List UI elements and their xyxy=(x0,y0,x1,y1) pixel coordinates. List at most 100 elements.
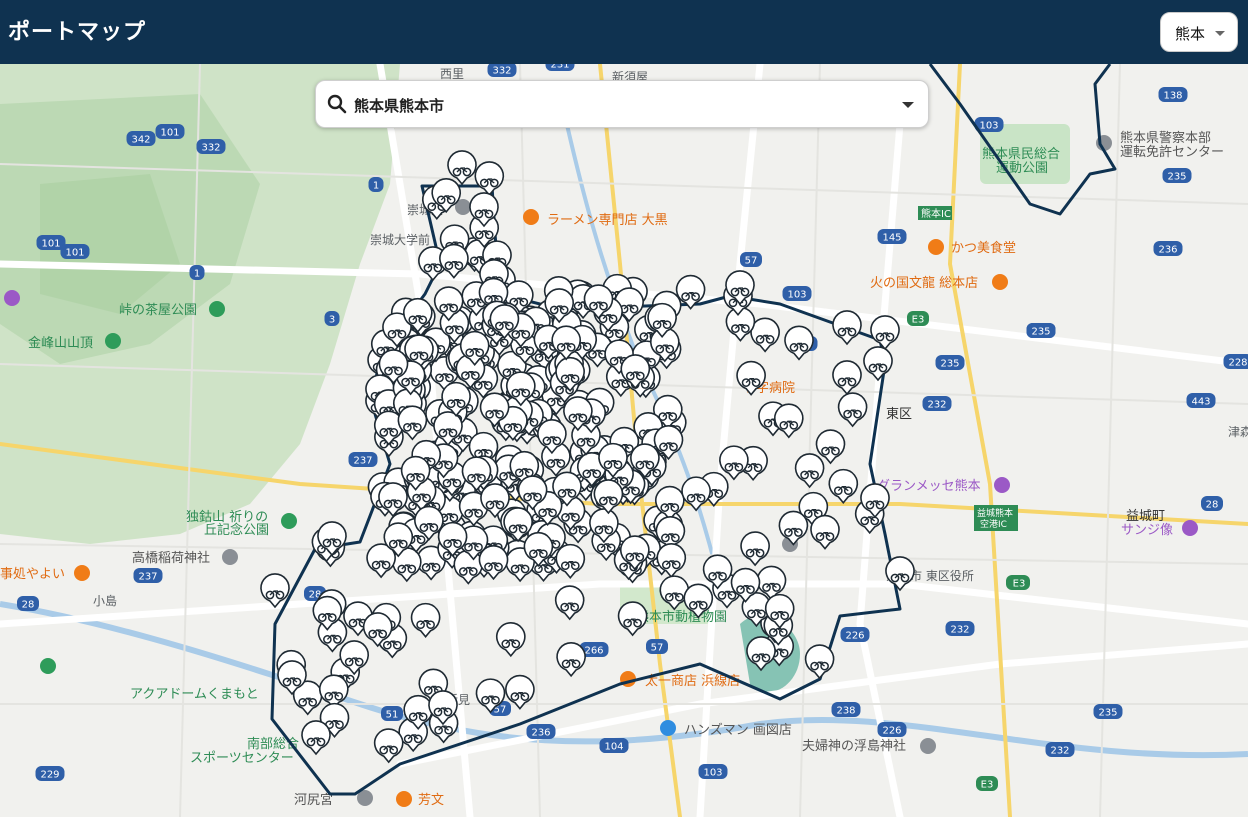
svg-text:235: 235 xyxy=(1167,172,1186,183)
route-shield: 236 xyxy=(1153,241,1183,256)
poi-label[interactable]: アクアドームくまもと xyxy=(130,687,259,702)
poi-label[interactable]: サンジ像 xyxy=(1121,523,1173,538)
poi-label[interactable]: スポーツセンター xyxy=(190,751,294,766)
poi-label[interactable]: 熊本市動植物園 xyxy=(636,609,727,625)
route-shield: 228 xyxy=(1223,354,1248,369)
svg-text:266: 266 xyxy=(584,646,603,657)
poi-label[interactable]: 熊本県警察本部 xyxy=(1120,130,1211,146)
svg-text:226: 226 xyxy=(882,726,901,737)
svg-text:103: 103 xyxy=(703,768,722,779)
svg-text:238: 238 xyxy=(836,706,855,717)
map-svg[interactable]: 西里 新須屋 崇城大 崇城大学前 東区 益城町 津森 小島 西 近見 熊本市 東… xyxy=(0,64,1248,817)
poi-label[interactable]: ラーメン専門店 大黒 xyxy=(547,213,668,228)
svg-text:226: 226 xyxy=(845,631,864,642)
svg-text:235: 235 xyxy=(1031,327,1050,338)
route-shield: E3 xyxy=(976,776,998,791)
route-shield: 226 xyxy=(877,722,907,737)
search-bar[interactable]: 熊本県熊本市 xyxy=(315,80,929,128)
svg-text:101: 101 xyxy=(41,239,60,250)
route-shield: 145 xyxy=(877,229,907,244)
svg-text:232: 232 xyxy=(950,625,969,636)
app-title: ポートマップ xyxy=(8,20,147,45)
park-icon xyxy=(40,658,56,674)
route-shield: 342 xyxy=(126,131,156,146)
attraction-icon xyxy=(1182,520,1198,536)
svg-text:332: 332 xyxy=(201,143,220,154)
route-shield: 28 xyxy=(1201,496,1223,511)
route-shield: 28 xyxy=(17,596,39,611)
route-shield: 443 xyxy=(1186,393,1216,408)
svg-text:101: 101 xyxy=(160,128,179,139)
poi-label[interactable]: 運転免許センター xyxy=(1120,145,1224,160)
poi-label[interactable]: 高橋稲荷神社 xyxy=(132,550,210,566)
route-shield: 51 xyxy=(381,706,403,721)
route-shield: 101 xyxy=(60,244,90,259)
restaurant-icon xyxy=(396,791,412,807)
svg-text:237: 237 xyxy=(138,572,157,583)
route-shield: 232 xyxy=(922,396,952,411)
route-shield: 235 xyxy=(1093,704,1123,719)
poi-label[interactable]: グランメッセ熊本 xyxy=(877,478,981,494)
route-shield: 332 xyxy=(487,64,517,77)
svg-text:236: 236 xyxy=(1158,245,1177,256)
svg-text:342: 342 xyxy=(131,135,150,146)
poi-label[interactable]: かつ美食堂 xyxy=(951,240,1016,256)
svg-text:145: 145 xyxy=(882,233,901,244)
place-label: 津森 xyxy=(1228,424,1248,439)
svg-text:E3: E3 xyxy=(912,315,925,326)
route-shield: 3 xyxy=(324,311,340,326)
ic-label: 益城熊本 xyxy=(977,507,1013,519)
route-shield: 138 xyxy=(1158,87,1188,102)
map-canvas[interactable]: 西里 新須屋 崇城大 崇城大学前 東区 益城町 津森 小島 西 近見 熊本市 東… xyxy=(0,64,1248,817)
route-shield: 235 xyxy=(935,355,965,370)
place-label: 西里 xyxy=(440,67,464,81)
route-shield: 238 xyxy=(831,702,861,717)
route-shield: 232 xyxy=(945,621,975,636)
svg-text:235: 235 xyxy=(1098,708,1117,719)
place-label: 東区 xyxy=(886,406,912,422)
svg-text:229: 229 xyxy=(40,770,59,781)
route-shield: 237 xyxy=(348,452,378,467)
city-select[interactable]: 熊本 xyxy=(1160,12,1238,52)
svg-text:443: 443 xyxy=(1191,397,1210,408)
poi-label[interactable]: 金峰山山頂 xyxy=(28,335,93,351)
route-shield: 1 xyxy=(189,265,205,280)
route-shield: 1 xyxy=(368,177,384,192)
route-shield: 231 xyxy=(545,64,575,71)
svg-text:1: 1 xyxy=(194,269,200,280)
park-icon xyxy=(105,333,121,349)
route-shield: 104 xyxy=(599,738,629,753)
poi-label[interactable]: 芳文 xyxy=(418,793,444,808)
poi-label[interactable]: ハンズマン 画図店 xyxy=(684,722,792,738)
route-shield: 57 xyxy=(646,639,668,654)
shrine-icon xyxy=(222,549,238,565)
route-shield: E3 xyxy=(1008,575,1030,590)
restaurant-icon xyxy=(928,239,944,255)
chevron-down-icon[interactable] xyxy=(902,102,914,108)
app-header: ポートマップ 熊本 xyxy=(0,0,1248,64)
route-shield: 101 xyxy=(155,124,185,139)
poi-label[interactable]: 丘記念公園 xyxy=(204,522,269,538)
poi-label[interactable]: 河尻宮 xyxy=(294,792,333,808)
svg-text:138: 138 xyxy=(1163,91,1182,102)
poi-label[interactable]: 峠の茶屋公園 xyxy=(119,302,197,318)
poi-label[interactable]: 夫婦神の浮島神社 xyxy=(802,738,906,754)
restaurant-icon xyxy=(74,565,90,581)
svg-text:57: 57 xyxy=(745,256,758,267)
search-icon xyxy=(327,94,347,114)
route-shield: 103 xyxy=(782,286,812,301)
svg-text:103: 103 xyxy=(787,290,806,301)
ic-label: 熊本IC xyxy=(921,207,951,220)
route-shield: E3 xyxy=(907,311,929,326)
poi-label[interactable]: 事処やよい xyxy=(0,567,65,582)
shopping-icon xyxy=(660,720,676,736)
poi-label[interactable]: 火の国文龍 総本店 xyxy=(870,275,978,291)
city-select-value: 熊本 xyxy=(1175,25,1206,43)
search-value: 熊本県熊本市 xyxy=(354,97,445,115)
place-label: 小島 xyxy=(93,593,117,608)
svg-text:231: 231 xyxy=(550,64,569,71)
attraction-icon xyxy=(4,290,20,306)
route-shield: 57 xyxy=(740,252,762,267)
svg-text:232: 232 xyxy=(1050,746,1069,757)
route-shield: 235 xyxy=(1162,168,1192,183)
